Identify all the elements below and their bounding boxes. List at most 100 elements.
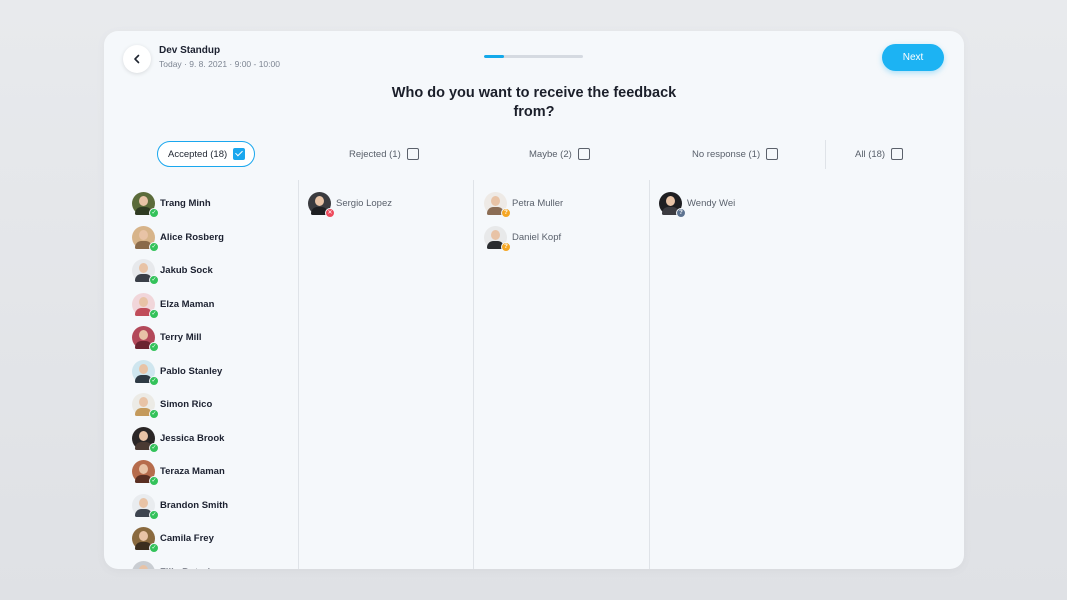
person-name: Brandon Smith	[160, 499, 229, 511]
avatar-head	[139, 497, 148, 508]
person-name: Jessica Brook	[160, 432, 225, 444]
avatar: ✓	[132, 225, 159, 252]
person-row[interactable]: ✓ Camila Frey	[132, 522, 228, 556]
check-icon: ✓	[149, 375, 159, 386]
back-button[interactable]	[123, 45, 151, 73]
filter-all-checkbox[interactable]	[891, 148, 904, 160]
avatar: ?	[484, 192, 511, 219]
avatar-head	[491, 229, 500, 240]
avatar: ✓	[132, 560, 155, 569]
avatar-head	[139, 330, 148, 341]
avatar-head	[666, 196, 675, 207]
avatar-head	[139, 196, 148, 207]
progress-fill	[484, 55, 504, 58]
check-icon: ✓	[149, 442, 159, 453]
avatar-head	[139, 531, 148, 542]
filter-rejected-checkbox[interactable]	[406, 148, 419, 160]
check-icon: ✓	[149, 543, 159, 554]
avatar: ?	[659, 192, 686, 219]
avatar-head	[491, 196, 500, 207]
person-row[interactable]: ✓ Jessica Brook	[132, 422, 228, 456]
column-divider	[649, 180, 650, 569]
person-name: Daniel Kopf	[512, 231, 562, 243]
person-name: Petra Muller	[512, 198, 564, 210]
chevron-left-icon	[134, 54, 140, 64]
filter-accepted-checkbox[interactable]	[233, 148, 246, 160]
person-row[interactable]: ✕ Sergio Lopez	[308, 187, 392, 221]
person-name: Sergio Lopez	[336, 198, 392, 210]
avatar: ✓	[132, 292, 159, 319]
avatar: ✓	[132, 326, 159, 353]
question-icon: ?	[501, 241, 511, 252]
person-name: Filip Butorin	[160, 567, 216, 569]
person-row[interactable]: ? Petra Muller	[484, 187, 563, 221]
column-no-response: ? Wendy Wei	[659, 187, 735, 221]
person-name: Teraza Maman	[160, 466, 225, 478]
person-row[interactable]: ? Daniel Kopf	[484, 221, 563, 255]
filter-accepted-label: Accepted (18)	[168, 148, 228, 160]
next-button[interactable]: Next	[882, 44, 944, 71]
avatar-head	[139, 229, 148, 240]
filter-no-response-checkbox[interactable]	[766, 148, 779, 160]
person-name: Pablo Stanley	[160, 365, 223, 377]
person-row[interactable]: ✓ Elza Maman	[132, 288, 228, 322]
avatar: ✓	[132, 192, 159, 219]
question-heading: Who do you want to receive the feedback …	[391, 85, 677, 120]
filter-rejected-label: Rejected (1)	[349, 148, 401, 160]
avatar-head	[139, 397, 148, 408]
person-name: Terry Mill	[160, 332, 202, 344]
person-row[interactable]: ✓ Pablo Stanley	[132, 355, 228, 389]
question-icon: ?	[676, 208, 686, 219]
avatar-head	[139, 564, 148, 569]
check-icon: ✓	[149, 509, 159, 520]
person-row[interactable]: ✓ Filip Butorin	[132, 556, 228, 569]
column-rejected: ✕ Sergio Lopez	[308, 187, 392, 221]
column-maybe: ? Petra Muller? Daniel Kopf	[484, 187, 563, 254]
avatar: ?	[484, 225, 511, 252]
person-name: Camila Frey	[160, 533, 214, 545]
person-row[interactable]: ✓ Terry Mill	[132, 321, 228, 355]
person-row[interactable]: ✓ Brandon Smith	[132, 489, 228, 523]
person-row[interactable]: ✓ Teraza Maman	[132, 455, 228, 489]
filter-no-response-label: No response (1)	[692, 148, 761, 160]
filter-maybe[interactable]: Maybe (2)	[529, 141, 590, 167]
filter-all[interactable]: All (18)	[855, 141, 904, 167]
person-row[interactable]: ✓ Alice Rosberg	[132, 221, 228, 255]
filter-divider	[825, 140, 826, 169]
avatar-head	[139, 296, 148, 307]
avatar: ✓	[132, 527, 159, 554]
column-divider	[298, 180, 299, 569]
check-icon: ✓	[149, 409, 159, 420]
avatar-head	[139, 263, 148, 274]
person-name: Alice Rosberg	[160, 231, 224, 243]
avatar: ✓	[132, 359, 159, 386]
person-row[interactable]: ? Wendy Wei	[659, 187, 735, 221]
meeting-title: Dev Standup	[159, 45, 221, 56]
column-accepted: ✓ Trang Minh ✓ Alice Rosberg ✓ Jakub Sock ✓ Elz…	[132, 187, 228, 569]
avatar-head	[139, 363, 148, 374]
avatar-head	[315, 196, 324, 207]
filter-rejected[interactable]: Rejected (1)	[349, 141, 419, 167]
person-name: Jakub Sock	[160, 265, 213, 277]
check-icon: ✓	[149, 241, 159, 252]
progress-bar	[484, 55, 583, 58]
question-icon: ?	[501, 208, 511, 219]
filter-accepted[interactable]: Accepted (18)	[157, 141, 256, 167]
filter-no-response[interactable]: No response (1)	[692, 141, 779, 167]
person-row[interactable]: ✓ Jakub Sock	[132, 254, 228, 288]
filter-maybe-checkbox[interactable]	[577, 148, 590, 160]
avatar: ✓	[132, 426, 159, 453]
person-name: Elza Maman	[160, 298, 215, 310]
filter-all-label: All (18)	[855, 148, 886, 160]
avatar-head	[139, 464, 148, 475]
person-row[interactable]: ✓ Trang Minh	[132, 187, 228, 221]
person-name: Trang Minh	[160, 198, 211, 210]
avatar-head	[139, 430, 148, 441]
check-icon: ✓	[149, 342, 159, 353]
dialog-card: Dev Standup Today · 9. 8. 2021 · 9:00 - …	[104, 31, 964, 569]
person-row[interactable]: ✓ Simon Rico	[132, 388, 228, 422]
person-name: Wendy Wei	[687, 198, 736, 210]
avatar: ✓	[132, 493, 159, 520]
avatar: ✓	[132, 259, 159, 286]
check-icon: ✓	[149, 308, 159, 319]
